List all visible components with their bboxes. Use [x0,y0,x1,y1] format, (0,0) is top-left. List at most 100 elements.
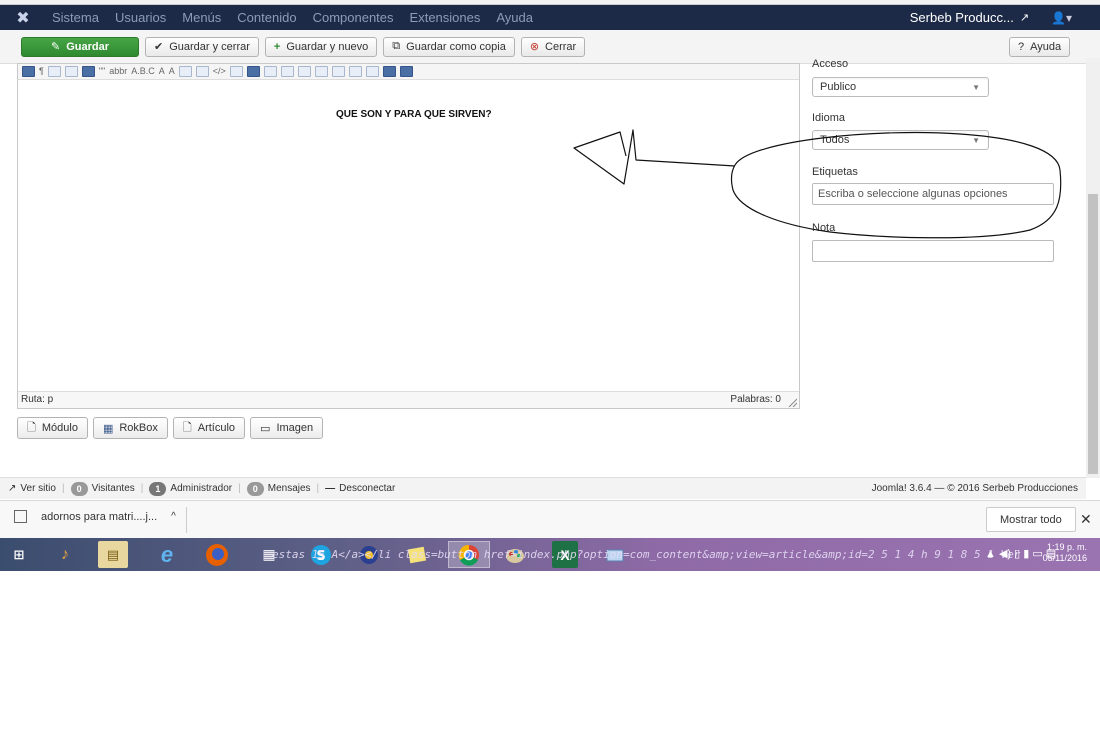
download-item[interactable]: adornos para matri....j... ^ [14,510,176,523]
messages-label: Mensajes [267,483,311,494]
tags-input[interactable]: Escriba o seleccione algunas opciones [812,183,1054,205]
font-icon[interactable] [81,66,95,77]
horizontal-rule-icon[interactable] [280,66,294,77]
visitors-link[interactable]: 0 Visitantes [70,481,135,496]
image-file-icon [14,510,27,523]
divider [186,507,187,533]
menu-usuarios[interactable]: Usuarios [115,10,166,25]
plus-icon: + [273,40,281,53]
skype-icon[interactable]: S [306,541,336,568]
module-button[interactable]: 🗋 Módulo [17,417,88,439]
globe-app-icon[interactable] [354,541,384,568]
link-icon[interactable] [229,66,243,77]
print-icon[interactable] [348,66,362,77]
sticky-notes-icon[interactable] [402,541,432,568]
menu-ayuda[interactable]: Ayuda [496,10,533,25]
copy-icon: ⧉ [392,40,401,52]
site-name-link[interactable]: Serbeb Producc... [910,10,1014,25]
admins-label: Administrador [170,483,233,494]
paint-icon[interactable] [500,541,530,568]
save-new-button[interactable]: + Guardar y nuevo [264,36,378,57]
excel-icon[interactable]: X [552,541,578,568]
fullscreen-icon[interactable] [399,66,413,77]
app-swirl-icon[interactable]: ♪ [50,541,80,568]
code-icon[interactable]: </> [213,66,226,77]
file-add-icon: 🗋 [182,421,192,434]
image-button[interactable]: ▭ Imagen [250,417,324,439]
image-insert-icon[interactable] [64,66,78,77]
start-icon[interactable]: ⊞ [4,541,34,568]
question-circle-icon: ? [1018,41,1025,53]
chrome-icon[interactable] [448,541,490,568]
module-button-label: Módulo [41,422,78,434]
edit-icon: ✎ [50,41,61,53]
show-all-downloads-button[interactable]: Mostrar todo [986,507,1076,532]
layer-icon[interactable] [195,66,209,77]
menu-extensiones[interactable]: Extensiones [410,10,481,25]
paragraph-icon[interactable]: ¶ [39,66,44,77]
snipping-tool-icon[interactable] [600,541,630,568]
save-button[interactable]: ✎ Guardar [21,36,139,57]
menu-componentes[interactable]: Componentes [313,10,394,25]
help-button[interactable]: ? Ayuda [1009,37,1071,57]
external-link-icon[interactable]: ↗ [1020,11,1029,24]
messages-link[interactable]: 0 Mensajes [246,481,311,496]
strikethrough-icon[interactable]: A [159,66,165,77]
tags-label: Etiquetas [812,166,858,178]
save-copy-button[interactable]: ⧉ Guardar como copia [383,36,515,57]
separator: | [140,483,144,494]
preview-icon[interactable] [365,66,379,77]
rokbox-button-label: RokBox [119,422,158,434]
view-site-link[interactable]: ↗ Ver sitio [8,483,56,494]
pagebreak-icon[interactable] [331,66,345,77]
clock-date: 05/11/2016 [1042,553,1087,563]
editor-content-area[interactable]: QUE SON Y PARA QUE SIRVEN? [18,81,799,391]
note-label: Nota [812,222,836,234]
save-disk-icon[interactable] [382,66,396,77]
close-button[interactable]: ⊗ Cerrar [520,36,586,57]
nonbreaking-icon[interactable] [314,66,328,77]
language-select[interactable]: Todos ▼ [812,130,989,150]
rokbox-button[interactable]: ▦ RokBox [92,417,168,439]
insert-text-icon[interactable]: A [169,66,175,77]
media-icon[interactable] [246,66,260,77]
scrollbar-thumb[interactable] [1088,194,1098,474]
menu-menus[interactable]: Menús [182,10,221,25]
picture-icon: ▭ [260,422,271,435]
resize-handle-icon[interactable] [787,397,797,407]
admins-link[interactable]: 1 Administrador [149,481,233,496]
admin-navbar: ✖ Sistema Usuarios Menús Contenido Compo… [0,5,1100,30]
abbr-icon[interactable]: abbr [109,66,127,77]
language-label: Idioma [812,112,846,124]
joomla-logo-icon[interactable]: ✖ [12,7,34,29]
menu-contenido[interactable]: Contenido [237,10,296,25]
chevron-up-icon[interactable]: ^ [171,511,176,522]
logout-link[interactable]: — Desconectar [325,483,395,494]
editor-statusbar: Ruta: p Palabras: 0 [18,391,799,408]
firefox-icon[interactable] [202,541,232,568]
internet-explorer-icon[interactable]: e [152,541,182,568]
acronym-icon[interactable]: A.B.C [131,66,155,77]
close-icon[interactable]: ✕ [1080,511,1092,528]
minus-icon: — [325,483,336,494]
separator: | [316,483,320,494]
spellcheck-icon[interactable] [47,66,61,77]
template-icon[interactable] [178,66,192,77]
save-close-button[interactable]: ✔ Guardar y cerrar [145,36,259,57]
menu-sistema[interactable]: Sistema [52,10,99,25]
editor-word-count: Palabras: 0 [730,394,781,405]
visual-aid-icon[interactable] [297,66,311,77]
view-site-label: Ver sitio [20,483,56,494]
user-menu-icon[interactable]: 👤▾ [1051,11,1072,25]
spellcheck-abc-icon[interactable] [263,66,277,77]
table-icon[interactable] [22,66,35,77]
article-button[interactable]: 🗋 Artículo [172,417,246,439]
access-select[interactable]: Publico ▼ [812,77,989,97]
page-scrollbar[interactable] [1086,58,1100,478]
calculator-icon[interactable]: ▦ [254,541,284,568]
taskbar-clock[interactable]: 1:19 p. m. 05/11/2016 [1043,542,1087,564]
note-input[interactable] [812,240,1054,262]
cite-icon[interactable]: "" [99,66,105,77]
file-explorer-icon[interactable]: ▤ [98,541,128,568]
download-shelf: adornos para matri....j... ^ Mostrar tod… [0,500,1100,538]
